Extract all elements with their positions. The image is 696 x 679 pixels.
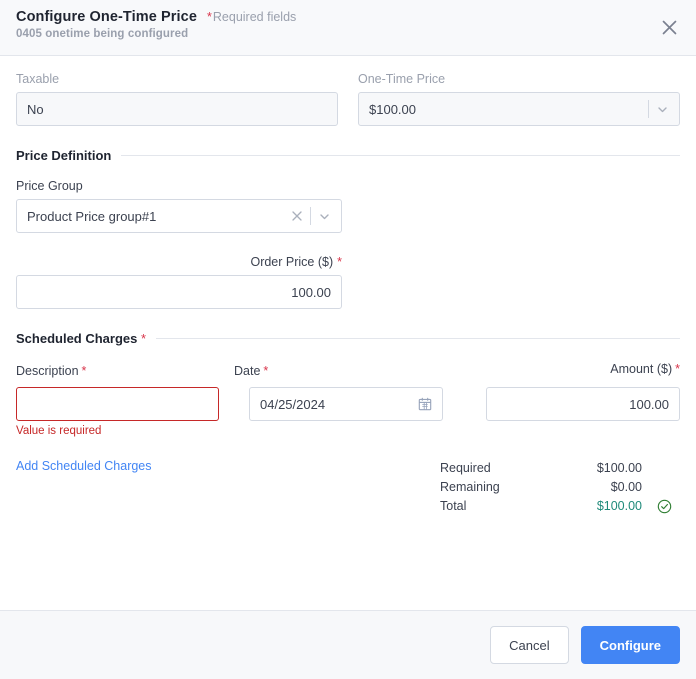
required-asterisk: *: [675, 362, 680, 376]
total-label: Total: [440, 499, 467, 513]
order-price-label: Order Price ($) *: [16, 255, 342, 269]
required-asterisk: *: [141, 331, 147, 346]
required-asterisk: *: [81, 364, 87, 378]
amount-value: 100.00: [629, 396, 669, 412]
description-label: Description *: [16, 364, 86, 378]
order-price-label-text: Order Price ($): [250, 255, 334, 269]
date-input[interactable]: 04/25/2024: [249, 387, 443, 421]
scheduled-charges-section-header: Scheduled Charges *: [16, 331, 680, 346]
select-divider: [648, 100, 649, 118]
totals-row-total: Total $100.00: [440, 497, 680, 516]
price-group-field-group: Price Group Product Price group#1: [16, 179, 342, 233]
order-price-field-group: Order Price ($) * 100.00: [16, 255, 342, 309]
add-scheduled-charges-link[interactable]: Add Scheduled Charges: [16, 459, 152, 516]
price-group-label: Price Group: [16, 179, 83, 193]
date-label: Date *: [234, 364, 268, 378]
one-time-price-field-group: One-Time Price $100.00: [358, 72, 680, 126]
totals-row-required: Required $100.00: [440, 459, 680, 478]
taxable-input[interactable]: No: [16, 92, 338, 126]
configure-one-time-price-dialog: Configure One-Time Price *Required field…: [0, 0, 696, 679]
calendar-icon[interactable]: [418, 397, 432, 411]
configure-button[interactable]: Configure: [580, 626, 680, 664]
required-value: $100.00: [596, 461, 642, 475]
price-definition-section-header: Price Definition: [16, 148, 680, 163]
dialog-body: Taxable No One-Time Price $100.00 Price …: [0, 56, 696, 610]
scheduled-charge-row: Value is required 04/25/2024 100.00: [16, 387, 680, 437]
dialog-header-row: Configure One-Time Price *Required field…: [16, 9, 680, 25]
description-column-header: Description *: [16, 362, 234, 380]
required-fields-label: Required fields: [212, 10, 297, 24]
required-asterisk: *: [207, 10, 212, 24]
one-time-price-select[interactable]: $100.00: [358, 92, 680, 126]
dialog-subtitle: 0405 onetime being configured: [16, 28, 189, 40]
amount-column-header: Amount ($) *: [486, 362, 680, 380]
price-definition-title: Price Definition: [16, 148, 112, 163]
chevron-down-icon[interactable]: [656, 103, 669, 116]
scheduled-charges-title-text: Scheduled Charges: [16, 331, 138, 346]
price-group-select[interactable]: Product Price group#1: [16, 199, 342, 233]
amount-input[interactable]: 100.00: [486, 387, 680, 421]
order-price-input[interactable]: 100.00: [16, 275, 342, 309]
date-column-header: Date *: [234, 362, 444, 380]
price-group-value: Product Price group#1: [27, 208, 157, 224]
order-price-value: 100.00: [291, 284, 331, 300]
section-divider: [156, 338, 680, 339]
amount-label: Amount ($) *: [486, 362, 680, 376]
scheduled-charges-title: Scheduled Charges *: [16, 331, 146, 346]
remaining-value: $0.00: [610, 480, 642, 494]
cancel-button[interactable]: Cancel: [490, 626, 569, 664]
dialog-footer: Cancel Configure: [0, 610, 696, 679]
description-label-text: Description: [16, 364, 79, 378]
description-input[interactable]: [16, 387, 219, 421]
required-asterisk: *: [337, 255, 342, 269]
scheduled-charges-column-headers: Description * Date * Amount ($) *: [16, 362, 680, 380]
one-time-price-value: $100.00: [369, 101, 416, 117]
top-fields-row: Taxable No One-Time Price $100.00: [16, 72, 680, 126]
check-circle-icon: [642, 499, 672, 514]
dialog-title: Configure One-Time Price: [16, 9, 198, 25]
required-asterisk: *: [263, 364, 269, 378]
date-cell: 04/25/2024: [249, 387, 443, 421]
close-icon[interactable]: [654, 12, 684, 42]
required-label: Required: [440, 461, 491, 475]
amount-label-text: Amount ($): [610, 362, 673, 376]
clear-icon[interactable]: [291, 210, 303, 222]
one-time-price-label: One-Time Price: [358, 72, 446, 86]
chevron-down-icon[interactable]: [318, 210, 331, 223]
taxable-field-group: Taxable No: [16, 72, 338, 126]
section-divider: [121, 155, 680, 156]
taxable-label: Taxable: [16, 72, 60, 86]
taxable-value: No: [27, 101, 44, 117]
one-time-price-controls: [641, 93, 669, 125]
description-cell: Value is required: [16, 387, 219, 437]
total-value: $100.00: [596, 499, 642, 513]
charges-footer-area: Add Scheduled Charges Required $100.00 R…: [16, 459, 680, 516]
date-label-text: Date: [234, 364, 261, 378]
date-value: 04/25/2024: [260, 396, 326, 412]
remaining-label: Remaining: [440, 480, 500, 494]
totals-summary: Required $100.00 Remaining $0.00 Total $…: [440, 459, 680, 516]
dialog-header: Configure One-Time Price *Required field…: [0, 0, 696, 56]
price-group-controls: [291, 200, 331, 232]
required-fields-note: *Required fields: [207, 10, 296, 24]
amount-cell: 100.00: [486, 387, 680, 421]
description-error-message: Value is required: [16, 425, 102, 437]
totals-row-remaining: Remaining $0.00: [440, 478, 680, 497]
select-divider: [310, 207, 311, 225]
